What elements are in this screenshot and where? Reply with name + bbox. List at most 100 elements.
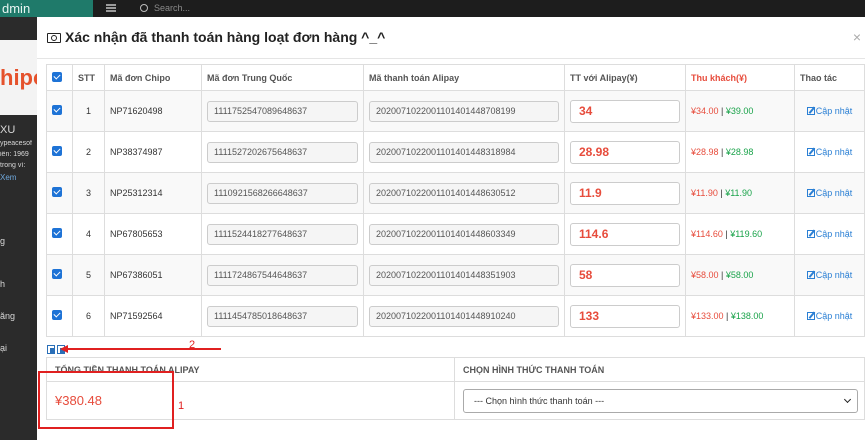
annotation-arrow xyxy=(65,348,221,350)
select-all-header[interactable] xyxy=(46,64,73,91)
alipay-amount-input[interactable]: 114.6 xyxy=(570,222,680,246)
payment-method-select[interactable]: --- Chọn hình thức thanh toán --- xyxy=(463,388,858,413)
row-stt: 3 xyxy=(72,172,105,214)
sidebar-item[interactable]: ăng xyxy=(0,311,37,321)
annotation-arrowhead xyxy=(60,345,68,353)
alipay-amount-input[interactable]: 11.9 xyxy=(570,181,680,205)
row-select-cell[interactable] xyxy=(46,90,73,132)
china-order-input[interactable]: 1111454785018648637 xyxy=(207,305,358,327)
row-alipay-code-cell: 2020071022001101401448910240 xyxy=(363,295,565,337)
row-select-cell[interactable] xyxy=(46,213,73,255)
update-button[interactable]: Cập nhật xyxy=(806,270,853,280)
sidebar-link[interactable]: Xem xyxy=(0,173,37,182)
update-label: Cập nhật xyxy=(815,147,853,157)
batch-payment-modal: Xác nhận đã thanh toán hàng loạt đơn hàn… xyxy=(37,17,865,440)
charge-total: ¥58.00 xyxy=(725,270,754,280)
row-chipo-order: NP67805653 xyxy=(104,213,202,255)
copy-icon[interactable] xyxy=(47,345,55,354)
alipay-code-input[interactable]: 2020071022001101401448318984 xyxy=(369,141,559,163)
china-order-input[interactable]: 1111524418277648637 xyxy=(207,223,358,245)
table-row: 1 NP71620498 1111752547089648637 2020071022… xyxy=(46,90,865,132)
edit-icon xyxy=(806,148,815,156)
modal-title-text: Xác nhận đã thanh toán hàng loạt đơn hàn… xyxy=(65,29,386,45)
annotation-label-1: 1 xyxy=(178,400,185,412)
china-order-input[interactable]: 1111724867544648637 xyxy=(207,264,358,286)
alipay-code-input[interactable]: 2020071022001101401448351903 xyxy=(369,264,559,286)
update-button[interactable]: Cập nhật xyxy=(806,229,853,239)
row-checkbox[interactable] xyxy=(52,105,62,115)
row-china-order-cell: 1110921568266648637 xyxy=(201,172,364,214)
update-button[interactable]: Cập nhật xyxy=(806,106,852,116)
row-checkbox[interactable] xyxy=(52,228,62,238)
admin-topbar xyxy=(0,0,865,17)
charge-separator: | xyxy=(718,270,726,280)
charge-rmb: ¥133.00 xyxy=(691,311,724,321)
charge-separator: | xyxy=(723,311,731,321)
charge-rmb: ¥114.60 xyxy=(691,229,723,239)
row-checkbox[interactable] xyxy=(52,187,62,197)
alipay-amount-input[interactable]: 34 xyxy=(570,99,680,123)
row-stt: 4 xyxy=(72,213,105,255)
alipay-amount-input[interactable]: 133 xyxy=(570,304,680,328)
admin-search[interactable]: Search... xyxy=(134,0,244,17)
row-chipo-order: NP67386051 xyxy=(104,254,202,296)
row-select-cell[interactable] xyxy=(46,295,73,337)
orders-table: STT Mã đơn Chipo Mã đơn Trung Quốc Mã th… xyxy=(46,64,865,337)
row-chipo-order: NP38374987 xyxy=(104,131,202,173)
alipay-amount-input[interactable]: 28.98 xyxy=(570,140,680,164)
alipay-amount-input[interactable]: 58 xyxy=(570,263,680,287)
row-action-cell: Cập nhật xyxy=(794,213,865,255)
edit-icon xyxy=(806,107,815,115)
close-button[interactable]: × xyxy=(853,29,861,45)
row-chipo-order: NP25312314 xyxy=(104,172,202,214)
row-amount-cell: 28.98 xyxy=(564,131,686,173)
hamburger-menu-icon[interactable] xyxy=(106,4,116,12)
header-stt: STT xyxy=(72,64,105,91)
sidebar-item[interactable]: h xyxy=(0,279,37,289)
row-alipay-code-cell: 2020071022001101401448708199 xyxy=(363,90,565,132)
row-action-cell: Cập nhật xyxy=(794,254,865,296)
alipay-code-input[interactable]: 2020071022001101401448910240 xyxy=(369,305,559,327)
alipay-code-input[interactable]: 2020071022001101401448603349 xyxy=(369,223,559,245)
china-order-input[interactable]: 1110921568266648637 xyxy=(207,182,358,204)
china-order-input[interactable]: 1111527202675648637 xyxy=(207,141,358,163)
row-checkbox[interactable] xyxy=(52,269,62,279)
admin-logo: hipo xyxy=(0,40,37,115)
row-china-order-cell: 1111454785018648637 xyxy=(201,295,364,337)
sidebar-text: trong ví: xyxy=(0,162,26,169)
row-alipay-code-cell: 2020071022001101401448351903 xyxy=(363,254,565,296)
header-alipay-amount: TT với Alipay(¥) xyxy=(564,64,686,91)
update-label: Cập nhật xyxy=(815,229,853,239)
annotation-highlight-box xyxy=(38,371,174,429)
alipay-code-input[interactable]: 2020071022001101401448630512 xyxy=(369,182,559,204)
row-customer-charge: ¥34.00 | ¥39.00 xyxy=(685,90,795,132)
row-stt: 1 xyxy=(72,90,105,132)
update-label: Cập nhật xyxy=(815,270,853,280)
row-stt: 6 xyxy=(72,295,105,337)
update-button[interactable]: Cập nhật xyxy=(806,188,852,198)
row-select-cell[interactable] xyxy=(46,131,73,173)
row-amount-cell: 11.9 xyxy=(564,172,686,214)
row-select-cell[interactable] xyxy=(46,172,73,214)
row-china-order-cell: 1111524418277648637 xyxy=(201,213,364,255)
row-customer-charge: ¥133.00 | ¥138.00 xyxy=(685,295,795,337)
sidebar-item[interactable]: ại xyxy=(0,343,37,353)
edit-icon xyxy=(806,230,815,238)
payment-method-selected: --- Chọn hình thức thanh toán --- xyxy=(474,395,605,406)
row-select-cell[interactable] xyxy=(46,254,73,296)
table-row: 5 NP67386051 1111724867544648637 2020071022… xyxy=(46,254,865,296)
update-button[interactable]: Cập nhật xyxy=(806,147,853,157)
row-action-cell: Cập nhật xyxy=(794,172,865,214)
checkbox-select-all[interactable] xyxy=(52,71,62,82)
update-button[interactable]: Cập nhật xyxy=(806,311,852,321)
row-checkbox[interactable] xyxy=(52,146,62,156)
china-order-input[interactable]: 1111752547089648637 xyxy=(207,100,358,122)
sidebar-item[interactable]: g xyxy=(0,236,37,246)
sidebar-text: ypeacesof xyxy=(0,140,32,147)
method-label: CHỌN HÌNH THỨC THANH TOÁN xyxy=(454,357,865,382)
alipay-code-input[interactable]: 2020071022001101401448708199 xyxy=(369,100,559,122)
header-chipo-order: Mã đơn Chipo xyxy=(104,64,202,91)
row-amount-cell: 58 xyxy=(564,254,686,296)
table-row: 2 NP38374987 1111527202675648637 2020071022… xyxy=(46,131,865,173)
row-checkbox[interactable] xyxy=(52,310,62,320)
